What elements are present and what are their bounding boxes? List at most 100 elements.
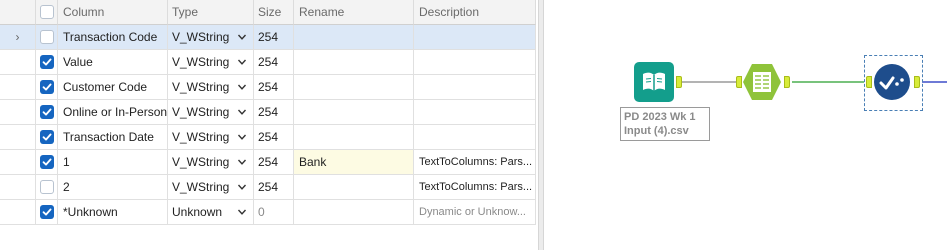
field-name[interactable]: *Unknown: [58, 200, 168, 225]
input-output-anchor[interactable]: [676, 76, 682, 88]
field-checkbox[interactable]: [39, 80, 54, 94]
field-description[interactable]: TextToColumns: Pars...: [414, 150, 536, 175]
row-checkbox-cell[interactable]: [36, 100, 58, 125]
table-row[interactable]: Transaction Date V_WString 254: [0, 125, 536, 150]
row-expander[interactable]: [0, 50, 36, 75]
row-checkbox-cell[interactable]: [36, 150, 58, 175]
row-checkbox-cell[interactable]: [36, 50, 58, 75]
field-rename[interactable]: [294, 75, 414, 100]
chevron-down-icon[interactable]: [237, 157, 247, 167]
field-name[interactable]: 1: [58, 150, 168, 175]
row-expander[interactable]: ›: [0, 25, 36, 50]
field-description[interactable]: [414, 25, 536, 50]
row-checkbox-cell[interactable]: [36, 75, 58, 100]
row-expander[interactable]: [0, 75, 36, 100]
table-row[interactable]: 1 V_WString 254 Bank TextToColumns: Pars...: [0, 150, 536, 175]
table-row[interactable]: 2 V_WString 254 TextToColumns: Pars...: [0, 175, 536, 200]
field-size[interactable]: 254: [254, 100, 294, 125]
field-rename[interactable]: Bank: [294, 150, 414, 175]
field-rename[interactable]: [294, 125, 414, 150]
field-type-select[interactable]: V_WString: [168, 75, 254, 100]
text-to-columns-icon[interactable]: [742, 62, 782, 102]
field-checkbox[interactable]: [39, 55, 54, 69]
table-row[interactable]: Customer Code V_WString 254: [0, 75, 536, 100]
workflow-canvas[interactable]: PD 2023 Wk 1 Input (4).csv: [544, 0, 947, 250]
field-size[interactable]: 254: [254, 50, 294, 75]
field-size[interactable]: 254: [254, 75, 294, 100]
header-select-all-cell[interactable]: [36, 0, 58, 25]
row-checkbox-cell[interactable]: [36, 125, 58, 150]
field-type-select[interactable]: V_WString: [168, 25, 254, 50]
chevron-down-icon[interactable]: [237, 107, 247, 117]
field-checkbox[interactable]: [39, 180, 54, 194]
header-description[interactable]: Description: [414, 0, 536, 25]
row-checkbox-cell[interactable]: [36, 175, 58, 200]
field-rename[interactable]: [294, 50, 414, 75]
chevron-down-icon[interactable]: [237, 32, 247, 42]
field-description[interactable]: [414, 125, 536, 150]
field-type-select[interactable]: V_WString: [168, 100, 254, 125]
select-tool[interactable]: [866, 62, 920, 102]
field-size[interactable]: 254: [254, 125, 294, 150]
book-icon[interactable]: [634, 62, 674, 102]
chevron-down-icon[interactable]: [237, 207, 247, 217]
field-rename[interactable]: [294, 175, 414, 200]
field-name[interactable]: Transaction Date: [58, 125, 168, 150]
field-size[interactable]: 0: [254, 200, 294, 225]
select-check-icon[interactable]: [872, 62, 912, 102]
select-all-checkbox[interactable]: [39, 5, 54, 19]
field-description[interactable]: [414, 50, 536, 75]
field-rename[interactable]: [294, 100, 414, 125]
header-type[interactable]: Type: [168, 0, 254, 25]
field-type-select[interactable]: V_WString: [168, 125, 254, 150]
field-size[interactable]: 254: [254, 175, 294, 200]
field-description[interactable]: [414, 100, 536, 125]
field-checkbox[interactable]: [39, 30, 54, 44]
field-description[interactable]: TextToColumns: Pars...: [414, 175, 536, 200]
row-checkbox-cell[interactable]: [36, 200, 58, 225]
field-checkbox[interactable]: [39, 205, 54, 219]
field-description[interactable]: [414, 75, 536, 100]
row-expander[interactable]: [0, 125, 36, 150]
field-type-select[interactable]: V_WString: [168, 175, 254, 200]
row-expander[interactable]: [0, 175, 36, 200]
field-type-select[interactable]: V_WString: [168, 150, 254, 175]
table-row[interactable]: Online or In-Person V_WString 254: [0, 100, 536, 125]
field-checkbox[interactable]: [39, 155, 54, 169]
field-type-select[interactable]: V_WString: [168, 50, 254, 75]
text-input-anchor[interactable]: [736, 76, 742, 88]
chevron-down-icon[interactable]: [237, 182, 247, 192]
row-expander[interactable]: [0, 150, 36, 175]
header-rename[interactable]: Rename: [294, 0, 414, 25]
field-rename[interactable]: [294, 25, 414, 50]
chevron-down-icon[interactable]: [237, 132, 247, 142]
field-size[interactable]: 254: [254, 25, 294, 50]
text-output-anchor[interactable]: [784, 76, 790, 88]
row-expander[interactable]: [0, 200, 36, 225]
field-name[interactable]: 2: [58, 175, 168, 200]
text-to-columns-tool[interactable]: [736, 62, 790, 102]
table-row[interactable]: *Unknown Unknown 0 Dynamic or Unknow...: [0, 200, 536, 225]
field-checkbox[interactable]: [39, 130, 54, 144]
table-row[interactable]: › Transaction Code V_WString 254: [0, 25, 536, 50]
table-row[interactable]: Value V_WString 254: [0, 50, 536, 75]
row-checkbox-cell[interactable]: [36, 25, 58, 50]
header-size[interactable]: Size: [254, 0, 294, 25]
select-output-anchor[interactable]: [914, 76, 920, 88]
field-rename[interactable]: [294, 200, 414, 225]
chevron-down-icon[interactable]: [237, 57, 247, 67]
chevron-down-icon[interactable]: [237, 82, 247, 92]
input-data-tool[interactable]: [634, 62, 682, 102]
expand-chevron-icon[interactable]: ›: [16, 30, 20, 44]
field-type-select[interactable]: Unknown: [168, 200, 254, 225]
select-input-anchor[interactable]: [866, 76, 872, 88]
field-checkbox[interactable]: [39, 105, 54, 119]
field-name[interactable]: Value: [58, 50, 168, 75]
header-column[interactable]: Column: [58, 0, 168, 25]
field-name[interactable]: Online or In-Person: [58, 100, 168, 125]
field-name[interactable]: Customer Code: [58, 75, 168, 100]
field-name[interactable]: Transaction Code: [58, 25, 168, 50]
field-description[interactable]: Dynamic or Unknow...: [414, 200, 536, 225]
field-size[interactable]: 254: [254, 150, 294, 175]
row-expander[interactable]: [0, 100, 36, 125]
